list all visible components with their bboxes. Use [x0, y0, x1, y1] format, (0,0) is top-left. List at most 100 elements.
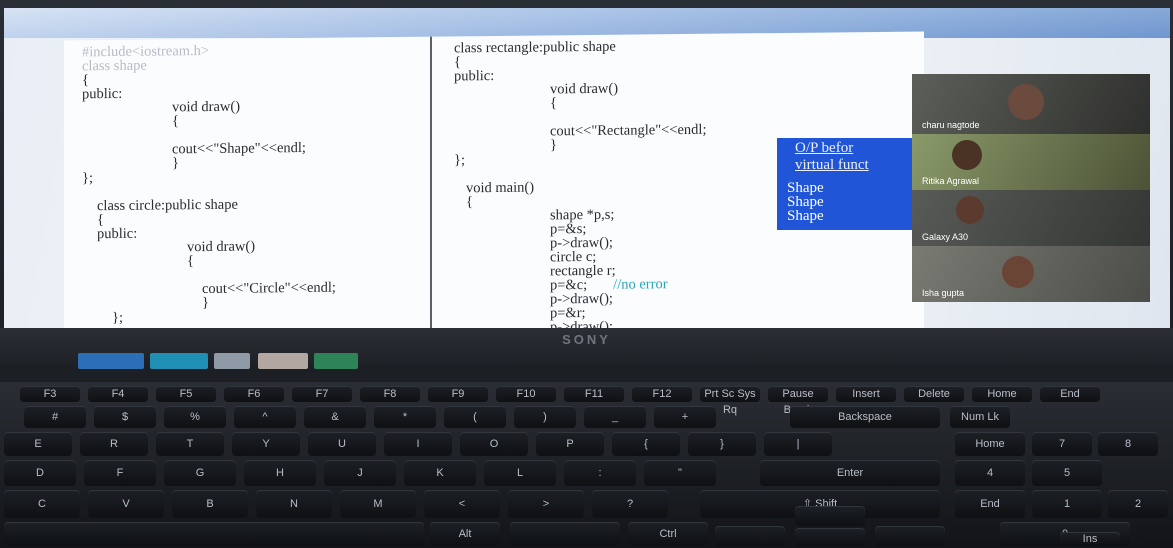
- keyboard-key[interactable]: Ins: [1060, 532, 1120, 546]
- keyboard-key[interactable]: [715, 526, 785, 546]
- output-line: Shape: [787, 208, 824, 224]
- participant-face: [956, 196, 984, 224]
- keyboard-key[interactable]: Backspace: [790, 406, 940, 428]
- keyboard-key[interactable]: Y: [232, 432, 300, 456]
- output-panel: O/P befor virtual funct Shape Shape Shap…: [777, 138, 927, 230]
- keyboard-key[interactable]: P: [536, 432, 604, 456]
- output-title-2: virtual funct: [795, 157, 869, 173]
- keyboard-key[interactable]: R: [80, 432, 148, 456]
- code-text: public:: [82, 85, 123, 103]
- keyboard-key[interactable]: [795, 506, 865, 526]
- keyboard-key[interactable]: $: [94, 406, 156, 428]
- keyboard-key[interactable]: L: [484, 460, 556, 486]
- keyboard-key[interactable]: [4, 522, 424, 546]
- participant-name: charu nagtode: [922, 120, 980, 130]
- keyboard-key[interactable]: 5: [1032, 460, 1102, 486]
- keyboard-key[interactable]: |: [764, 432, 832, 456]
- keyboard-key[interactable]: Num Lk: [950, 406, 1010, 428]
- keyboard-key[interactable]: B: [172, 490, 248, 518]
- keyboard-key[interactable]: Home: [955, 432, 1025, 456]
- keyboard-key[interactable]: F5: [156, 386, 216, 402]
- keyboard-key[interactable]: End: [955, 490, 1025, 518]
- keyboard-key[interactable]: V: [88, 490, 164, 518]
- code-line: };: [82, 308, 336, 326]
- keyboard-key[interactable]: (: [444, 406, 506, 428]
- keyboard-key[interactable]: H: [244, 460, 316, 486]
- keyboard-key[interactable]: Delete: [904, 386, 964, 402]
- keyboard-key[interactable]: 8: [1098, 432, 1158, 456]
- keyboard-key[interactable]: F8: [360, 386, 420, 402]
- keyboard-key[interactable]: G: [164, 460, 236, 486]
- keyboard-key[interactable]: Insert: [836, 386, 896, 402]
- keyboard-key[interactable]: K: [404, 460, 476, 486]
- brand-logo: SONY: [562, 332, 611, 347]
- participant-tile[interactable]: Galaxy A30: [912, 190, 1150, 246]
- keyboard-key[interactable]: F: [84, 460, 156, 486]
- code-column-left: #include<iostream.h> class shape{public: v…: [82, 42, 336, 326]
- keyboard-key[interactable]: F6: [224, 386, 284, 402]
- keyboard-key[interactable]: Ctrl: [628, 522, 708, 546]
- keyboard-key[interactable]: *: [374, 406, 436, 428]
- keyboard-key[interactable]: {: [612, 432, 680, 456]
- keyboard-key[interactable]: Prt Sc Sys Rq: [700, 386, 760, 416]
- code-text: {: [550, 95, 557, 112]
- keyboard-key[interactable]: M: [340, 490, 416, 518]
- keyboard-key[interactable]: }: [688, 432, 756, 456]
- keyboard-key[interactable]: C: [4, 490, 80, 518]
- participant-face: [1008, 84, 1044, 120]
- keyboard-key[interactable]: U: [308, 432, 376, 456]
- code-text: cout<<"Circle"<<endl;: [202, 279, 336, 298]
- keyboard-key[interactable]: 2: [1108, 490, 1168, 518]
- keyboard-key[interactable]: [795, 528, 865, 546]
- keyboard-key[interactable]: +: [654, 406, 716, 428]
- code-text: class shape: [82, 57, 147, 75]
- keyboard-key[interactable]: F11: [564, 386, 624, 402]
- sticker: [150, 353, 208, 369]
- keyboard-key[interactable]: [875, 526, 945, 546]
- keyboard-key[interactable]: [510, 522, 620, 546]
- keyboard-key[interactable]: ): [514, 406, 576, 428]
- keyboard-key[interactable]: N: [256, 490, 332, 518]
- participant-tile[interactable]: charu nagtode: [912, 74, 1150, 134]
- keyboard-key[interactable]: Pause Break: [768, 386, 828, 416]
- keyboard-key[interactable]: &: [304, 406, 366, 428]
- keyboard-key[interactable]: End: [1040, 386, 1100, 402]
- keyboard-key[interactable]: Home: [972, 386, 1032, 402]
- keyboard-key[interactable]: <: [424, 490, 500, 518]
- keyboard-key[interactable]: Alt: [430, 522, 500, 546]
- keyboard-key[interactable]: ^: [234, 406, 296, 428]
- code-text: cout<<"Rectangle"<<endl;: [550, 121, 707, 140]
- keyboard-key[interactable]: F4: [88, 386, 148, 402]
- code-text: {: [466, 194, 473, 211]
- keyboard-key[interactable]: ?: [592, 490, 668, 518]
- keyboard-key[interactable]: E: [4, 432, 72, 456]
- sticker: [214, 353, 250, 369]
- keyboard-key[interactable]: F12: [632, 386, 692, 402]
- code-text: void draw(): [172, 98, 241, 116]
- keyboard-key[interactable]: :: [564, 460, 636, 486]
- keyboard-key[interactable]: D: [4, 460, 76, 486]
- keyboard-key[interactable]: O: [460, 432, 528, 456]
- keyboard-key[interactable]: #: [24, 406, 86, 428]
- participant-face: [952, 140, 982, 170]
- keyboard-key[interactable]: 7: [1032, 432, 1092, 456]
- keyboard-key[interactable]: %: [164, 406, 226, 428]
- keyboard-key[interactable]: F7: [292, 386, 352, 402]
- keyboard-key[interactable]: ": [644, 460, 716, 486]
- participant-tile[interactable]: Ritika Agrawal: [912, 134, 1150, 190]
- keyboard-key[interactable]: Enter: [760, 460, 940, 486]
- keyboard-key[interactable]: F3: [20, 386, 80, 402]
- keyboard-key[interactable]: J: [324, 460, 396, 486]
- code-text: class rectangle:public shape: [454, 38, 616, 57]
- keyboard-key[interactable]: _: [584, 406, 646, 428]
- keyboard-key[interactable]: F9: [428, 386, 488, 402]
- keyboard-key[interactable]: >: [508, 490, 584, 518]
- keyboard-key[interactable]: 4: [955, 460, 1025, 486]
- code-text: };: [454, 152, 465, 169]
- keyboard-key[interactable]: 1: [1032, 490, 1102, 518]
- keyboard-key[interactable]: F10: [496, 386, 556, 402]
- keyboard-key[interactable]: T: [156, 432, 224, 456]
- participant-tile[interactable]: Isha gupta: [912, 246, 1150, 302]
- keyboard-key[interactable]: I: [384, 432, 452, 456]
- code-text: class circle:public shape: [97, 196, 238, 215]
